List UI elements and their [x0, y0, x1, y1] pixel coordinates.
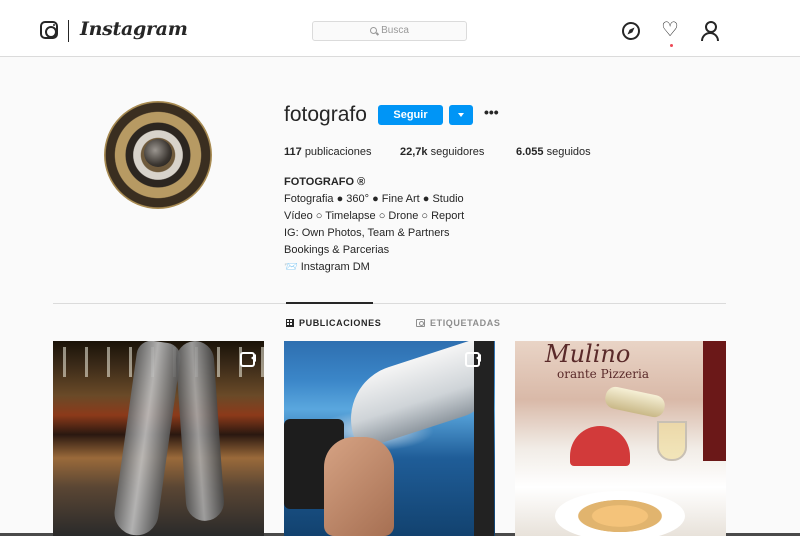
stat-following[interactable]: 6.055 seguidos	[516, 146, 591, 158]
stat-posts: 117 publicaciones	[284, 146, 371, 158]
tab-etiquetadas-label: ETIQUETADAS	[430, 318, 501, 328]
search-placeholder: Busca	[381, 25, 409, 36]
following-count: 6.055	[516, 146, 544, 158]
followers-count: 22,7k	[400, 146, 428, 158]
posts-label: publicaciones	[304, 146, 372, 158]
bio-line: Bookings & Parcerias	[284, 244, 390, 256]
tab-publicaciones[interactable]: PUBLICACIONES	[286, 318, 381, 328]
post-thumbnail[interactable]	[53, 341, 264, 536]
profile-divider	[53, 303, 726, 304]
tab-etiquetadas[interactable]: ETIQUETADAS	[416, 318, 500, 328]
stat-followers[interactable]: 22,7k seguidores	[400, 146, 484, 158]
active-tab-indicator	[286, 302, 373, 304]
profile-avatar[interactable]	[104, 101, 212, 209]
top-navigation: Instagram Busca ♡	[0, 0, 800, 57]
grid-icon	[286, 319, 294, 327]
post-image-detail	[657, 421, 687, 461]
suggestions-dropdown-button[interactable]	[449, 105, 473, 125]
post-image-detail	[474, 341, 494, 536]
tab-publicaciones-label: PUBLICACIONES	[299, 318, 382, 328]
following-label: seguidos	[546, 146, 591, 158]
logo-divider	[68, 20, 69, 42]
notification-dot	[670, 44, 673, 47]
post-thumbnail[interactable]	[284, 341, 495, 536]
more-options-button[interactable]: •••	[484, 104, 499, 120]
sign-subtitle: orante Pizzeria	[557, 367, 649, 381]
post-thumbnail[interactable]: Mulino orante Pizzeria	[515, 341, 726, 536]
explore-compass-icon[interactable]	[622, 22, 640, 40]
video-icon	[465, 349, 481, 367]
post-image-detail	[570, 426, 630, 466]
profile-user-icon[interactable]	[701, 21, 719, 41]
instagram-wordmark[interactable]: Instagram	[80, 18, 188, 40]
bio-line: IG: Own Photos, Team & Partners	[284, 227, 450, 239]
bio-name: FOTOGRAFO ®	[284, 176, 366, 188]
bio-line: Fotografia ● 360° ● Fine Art ● Studio	[284, 193, 464, 205]
post-image-detail	[555, 491, 685, 536]
sign-title: Mulino	[545, 341, 631, 368]
instagram-camera-icon[interactable]	[40, 21, 58, 39]
profile-bio: FOTOGRAFO ® Fotografia ● 360° ● Fine Art…	[284, 174, 464, 276]
search-icon	[370, 27, 378, 34]
posts-count: 117	[284, 146, 302, 158]
post-image-detail	[324, 437, 394, 536]
tagged-icon	[416, 319, 425, 327]
profile-username: fotografo	[284, 103, 367, 126]
followers-label: seguidores	[430, 146, 485, 158]
activity-heart-icon[interactable]: ♡	[661, 20, 679, 40]
bio-line-dm: 📨 Instagram DM	[284, 261, 370, 273]
post-image-detail	[703, 341, 726, 461]
search-input[interactable]: Busca	[312, 21, 467, 41]
bio-line: Vídeo ○ Timelapse ○ Drone ○ Report	[284, 210, 465, 222]
follow-button[interactable]: Seguir	[378, 105, 443, 125]
video-icon	[240, 349, 256, 367]
